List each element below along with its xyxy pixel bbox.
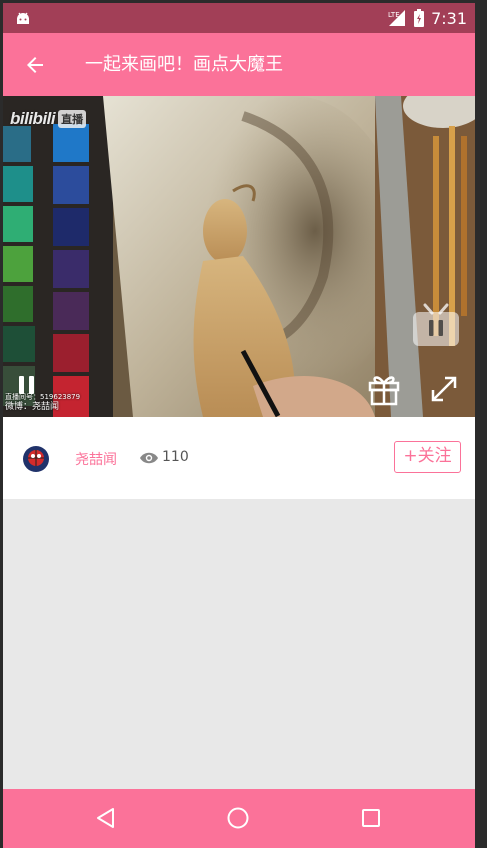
status-bar: LTE 7:31 <box>3 3 475 33</box>
avatar[interactable] <box>19 442 53 476</box>
view-count: 110 <box>162 449 189 465</box>
nav-recents-icon[interactable] <box>358 805 384 831</box>
signal-icon: LTE <box>388 10 406 26</box>
arrow-back-icon[interactable] <box>23 53 47 77</box>
nav-back-icon[interactable] <box>93 805 119 831</box>
gift-icon[interactable] <box>367 372 401 406</box>
follow-button[interactable]: +关注 <box>394 441 461 473</box>
android-notification-icon <box>17 12 29 24</box>
live-stream-frame <box>3 96 475 417</box>
eye-icon <box>140 452 158 464</box>
app-toolbar: 一起来画吧！画点大魔王 <box>3 33 475 96</box>
streamer-info-bar: 尧喆闻 110 +关注 <box>3 417 475 499</box>
nav-home-icon[interactable] <box>225 805 251 831</box>
streamer-avatar-image <box>19 442 53 476</box>
tv-icon[interactable] <box>411 302 461 348</box>
phone-screen: LTE 7:31 一起来画吧！画点大魔王 bilibili 直播 直播间号：51… <box>3 3 475 848</box>
system-nav-bar <box>3 789 475 848</box>
live-badge: 直播 <box>58 110 87 128</box>
watermark-weibo: 微博：尧喆闻 <box>5 402 60 412</box>
room-title: 一起来画吧！画点大魔王 <box>85 54 283 75</box>
status-icons: LTE 7:31 <box>387 3 467 33</box>
pause-icon[interactable] <box>15 373 39 397</box>
logo-text: bilibili <box>10 109 56 128</box>
network-label: LTE <box>388 11 400 19</box>
bilibili-live-logo: bilibili 直播 <box>10 109 87 129</box>
streamer-name[interactable]: 尧喆闻 <box>75 449 117 469</box>
battery-icon <box>414 9 425 27</box>
clock: 7:31 <box>431 8 467 28</box>
video-player[interactable]: bilibili 直播 直播间号：519623879 微博：尧喆闻 <box>3 96 475 417</box>
fullscreen-icon[interactable] <box>428 373 460 405</box>
